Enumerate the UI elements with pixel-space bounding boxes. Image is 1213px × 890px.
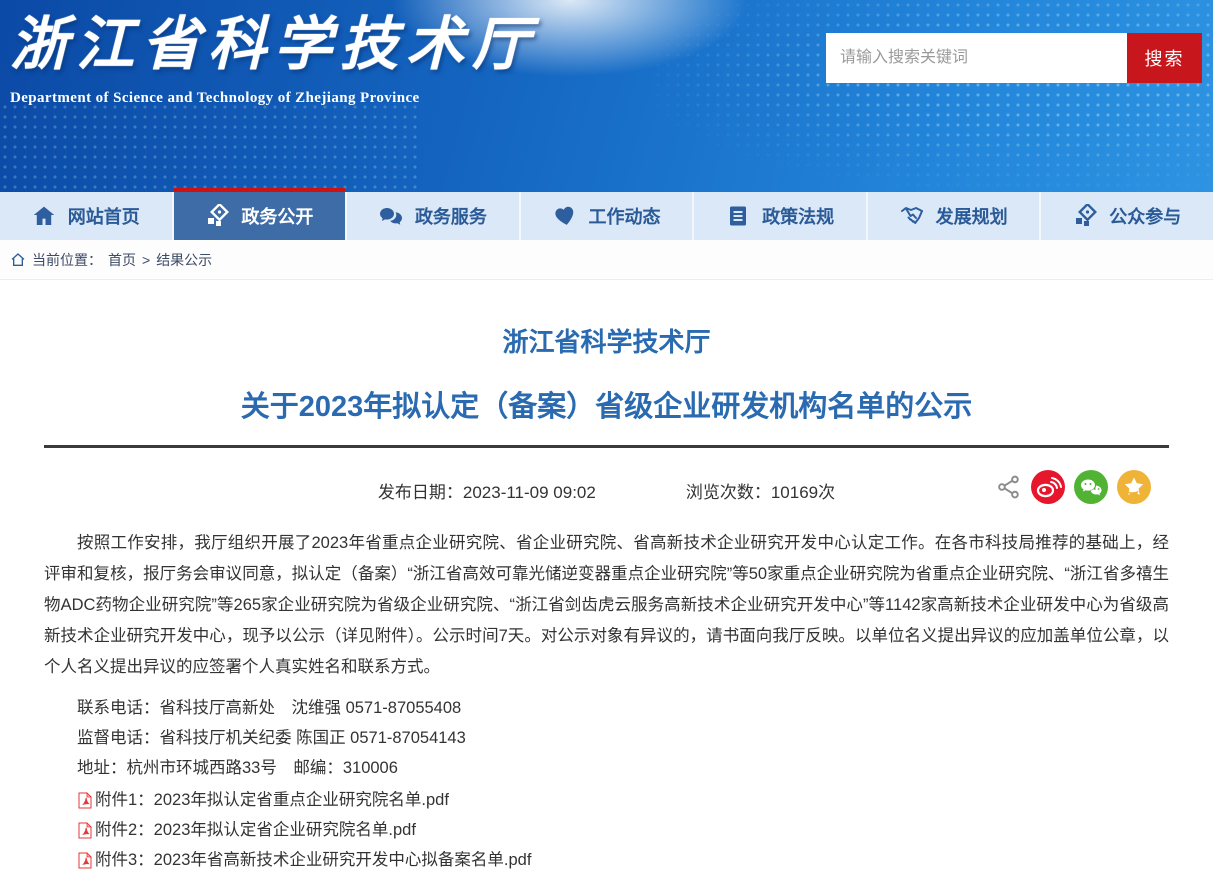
article: 浙江省科学技术厅 关于2023年拟认定（备案）省级企业研发机构名单的公示 发布日… (44, 322, 1169, 890)
nav-item-home[interactable]: 网站首页 (0, 192, 174, 240)
breadcrumb-current: 结果公示 (156, 250, 212, 270)
attachment-list: 附件1：2023年拟认定省重点企业研究院名单.pdf 附件2：2023年拟认定省… (44, 785, 1169, 875)
publish-date: 发布日期：2023-11-09 09:02 (378, 478, 596, 503)
seal-icon (1073, 204, 1097, 228)
site-header: 浙江省科学技术厅 Department of Science and Techn… (0, 0, 1213, 192)
home-outline-icon (10, 252, 26, 268)
supervision-phone: 监督电话：省科技厅机关纪委 陈国正 0571-87054143 (77, 723, 1169, 753)
dot-map-decoration (0, 102, 420, 192)
search-input[interactable] (826, 33, 1127, 83)
nav-item-policies[interactable]: 政策法规 (694, 192, 868, 240)
contact-list: 联系电话：省科技厅高新处 沈维强 0571-87055408 监督电话：省科技厅… (44, 693, 1169, 783)
seal-icon (205, 204, 229, 228)
pdf-icon (77, 852, 93, 869)
title-divider (44, 445, 1169, 448)
share-box (996, 470, 1151, 504)
nav-item-gov-services[interactable]: 政务服务 (347, 192, 521, 240)
dot-map-decoration (653, 0, 1213, 192)
nav-label: 工作动态 (589, 203, 661, 229)
qzone-share-icon[interactable] (1117, 470, 1151, 504)
site-subtitle: Department of Science and Technology of … (10, 90, 538, 107)
site-title: 浙江省科学技术厅 (10, 4, 538, 84)
nav-label: 网站首页 (68, 203, 140, 229)
attachment-label: 附件1：2023年拟认定省重点企业研究院名单.pdf (95, 785, 449, 815)
handshake-icon (900, 204, 924, 228)
breadcrumb-home-link[interactable]: 首页 (108, 250, 136, 270)
heart-icon (553, 204, 577, 228)
contact-phone: 联系电话：省科技厅高新处 沈维强 0571-87055408 (77, 693, 1169, 723)
wechat-share-icon[interactable] (1074, 470, 1108, 504)
document-icon (726, 204, 750, 228)
pdf-icon (77, 822, 93, 839)
attachment-label: 附件2：2023年拟认定省企业研究院名单.pdf (95, 815, 416, 845)
article-meta: 发布日期：2023-11-09 09:02 浏览次数：10169次 (44, 470, 1169, 512)
search-button[interactable]: 搜索 (1127, 33, 1202, 83)
attachment-link-3[interactable]: 附件3：2023年省高新技术企业研究开发中心拟备案名单.pdf (77, 845, 1169, 875)
view-count: 浏览次数：10169次 (686, 478, 835, 503)
share-icon[interactable] (996, 472, 1022, 502)
article-body: 按照工作安排，我厅组织开展了2023年省重点企业研究院、省企业研究院、省高新技术… (44, 528, 1169, 683)
attachment-label: 附件3：2023年省高新技术企业研究开发中心拟备案名单.pdf (95, 845, 531, 875)
breadcrumb-label: 当前位置： (32, 250, 102, 270)
nav-label: 政务服务 (415, 203, 487, 229)
nav-item-development-plan[interactable]: 发展规划 (868, 192, 1042, 240)
weibo-share-icon[interactable] (1031, 470, 1065, 504)
home-icon (32, 204, 56, 228)
attachment-link-1[interactable]: 附件1：2023年拟认定省重点企业研究院名单.pdf (77, 785, 1169, 815)
address-line: 地址：杭州市环城西路33号 邮编：310006 (77, 753, 1169, 783)
nav-item-work-news[interactable]: 工作动态 (521, 192, 695, 240)
nav-item-public-participation[interactable]: 公众参与 (1041, 192, 1213, 240)
nav-label: 发展规划 (936, 203, 1008, 229)
nav-item-gov-disclosure[interactable]: 政务公开 (174, 192, 348, 240)
breadcrumb-separator: > (142, 252, 150, 268)
site-logo: 浙江省科学技术厅 Department of Science and Techn… (10, 4, 538, 107)
nav-label: 公众参与 (1109, 203, 1181, 229)
chat-icon (379, 204, 403, 228)
main-nav: 网站首页 政务公开 政务服务 工作动态 (0, 192, 1213, 240)
search-bar: 搜索 (826, 33, 1202, 83)
breadcrumb: 当前位置： 首页 > 结果公示 (0, 240, 1213, 280)
pdf-icon (77, 792, 93, 809)
article-title-org: 浙江省科学技术厅 (44, 322, 1169, 359)
attachment-link-2[interactable]: 附件2：2023年拟认定省企业研究院名单.pdf (77, 815, 1169, 845)
nav-label: 政务公开 (241, 203, 313, 229)
nav-label: 政策法规 (762, 203, 834, 229)
page-title: 关于2023年拟认定（备案）省级企业研发机构名单的公示 (44, 383, 1169, 425)
